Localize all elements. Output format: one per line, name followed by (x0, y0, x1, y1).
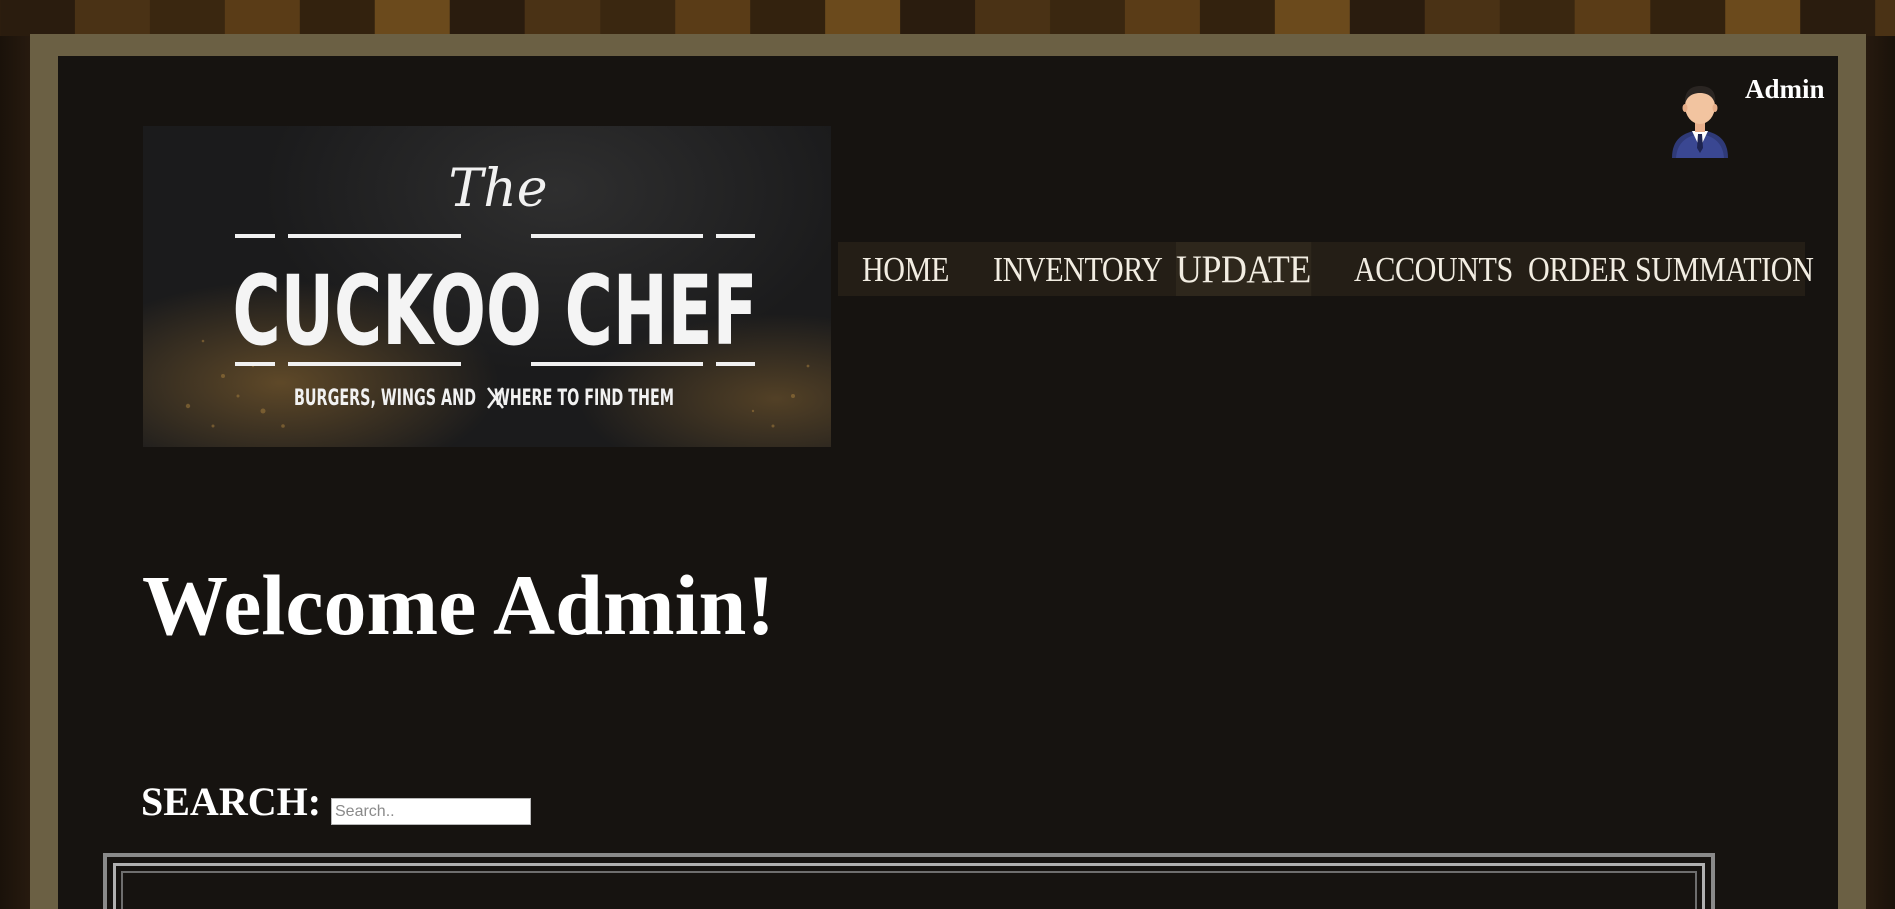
nav-inventory[interactable]: INVENTORY (993, 242, 1163, 296)
user-avatar-icon[interactable] (1668, 78, 1732, 158)
logo-title-text: CUCKOO CHEF (233, 255, 758, 367)
cuckoo-chef-logo: The CUCKOO CHEF BURGERS, WINGS AND WHERE… (143, 126, 831, 447)
page-title: Welcome Admin! (142, 557, 775, 653)
logo-the-text: The (449, 159, 548, 219)
main-nav: HOME INVENTORY UPDATE ACCOUNTS ORDER SUM… (838, 242, 1814, 296)
user-name[interactable]: Admin (1745, 74, 1825, 105)
logo-tagline-left: BURGERS, WINGS AND (294, 386, 476, 411)
nav-order-summation[interactable]: ORDER SUMMATION (1528, 242, 1814, 296)
nav-accounts[interactable]: ACCOUNTS (1354, 242, 1513, 296)
search-label: SEARCH: (141, 779, 322, 824)
search-input[interactable] (331, 798, 531, 825)
nav-update[interactable]: UPDATE (1176, 242, 1311, 296)
nav-home[interactable]: HOME (862, 242, 949, 296)
logo-tagline-right: WHERE TO FIND THEM (494, 386, 674, 411)
results-table (103, 853, 1715, 909)
